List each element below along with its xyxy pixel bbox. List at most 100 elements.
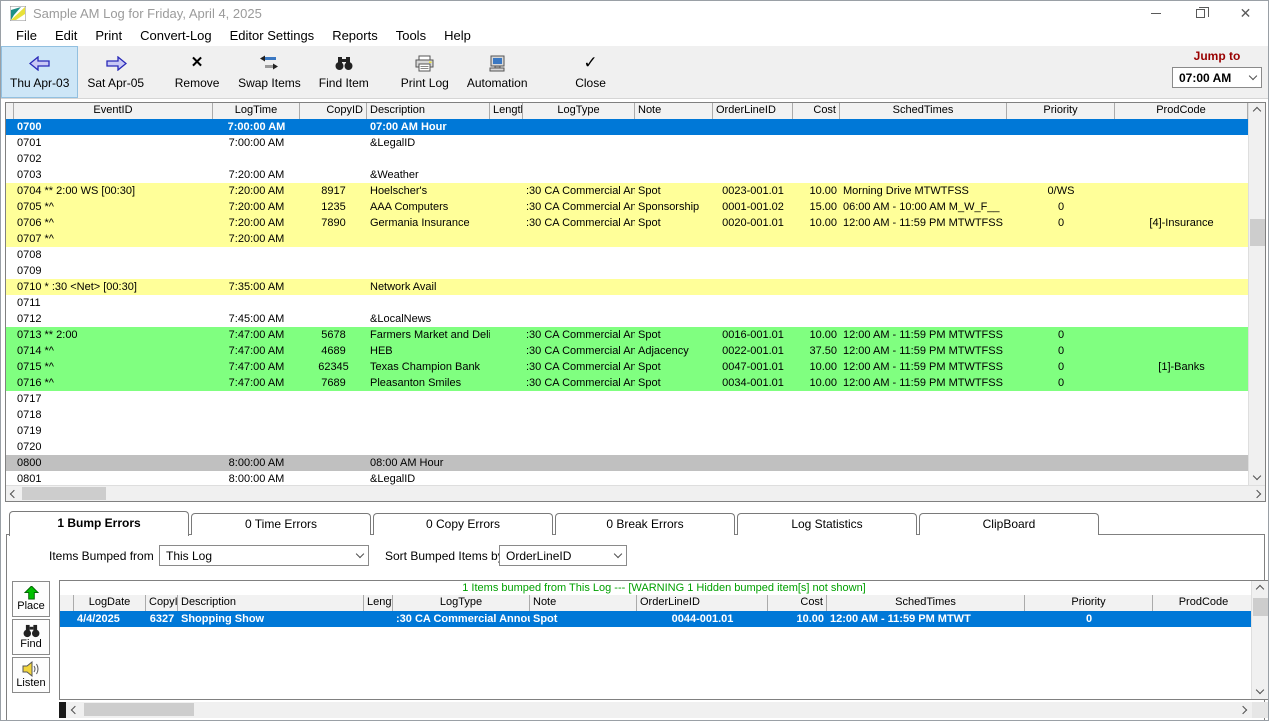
log-row[interactable]: 0720 [6,439,1265,455]
menu-convert-log[interactable]: Convert-Log [131,26,221,46]
log-row[interactable]: 0718 [6,407,1265,423]
scrollbar-corner [1252,702,1269,718]
log-row-cell-pri [1007,407,1115,423]
sort-bumped-items-select[interactable]: OrderLineID [499,545,627,566]
log-row[interactable]: 0711 [6,295,1265,311]
log-row-cell-copy [300,263,367,279]
log-row-cell-desc: 08:00 AM Hour [367,455,490,471]
log-row[interactable]: 0707 *^7:20:00 AM [6,231,1265,247]
remove-button[interactable]: ✕ Remove [165,46,229,98]
tab-break-errors[interactable]: 0 Break Errors [555,513,735,535]
chevron-down-icon [614,550,622,558]
log-row-cell-cost [793,407,840,423]
log-row[interactable]: 07127:45:00 AM&LocalNews [6,311,1265,327]
log-row[interactable]: 08008:00:00 AM08:00 AM Hour [6,455,1265,471]
menu-help[interactable]: Help [435,26,480,46]
log-row-cell-eventid: 0707 *^ [14,231,213,247]
menu-editor-settings[interactable]: Editor Settings [221,26,324,46]
log-row-cell-prod [1115,135,1248,151]
log-row[interactable]: 0705 *^7:20:00 AM1235AAA Computers:30 CA… [6,199,1265,215]
scroll-left-icon[interactable] [67,702,83,717]
scrollbar-thumb[interactable] [22,487,106,500]
find-button[interactable]: Find [12,619,50,655]
log-grid-horizontal-scrollbar[interactable] [6,485,1265,501]
scroll-up-icon[interactable] [1249,103,1265,119]
log-row-cell-pri: 0 [1007,359,1115,375]
log-row[interactable]: 07017:00:00 AM&LegalID [6,135,1265,151]
close-window-button[interactable]: ✕ [1223,1,1268,26]
log-row[interactable]: 0709 [6,263,1265,279]
log-row-cell-time [213,423,300,439]
bump-grid: 1 Items bumped from This Log --- [WARNIN… [59,580,1269,700]
tab-copy-errors[interactable]: 0 Copy Errors [373,513,553,535]
log-row[interactable]: 0715 *^7:47:00 AM62345Texas Champion Ban… [6,359,1265,375]
splitter-grip[interactable] [59,702,66,718]
computer-icon [488,53,506,73]
log-row[interactable]: 0716 *^7:47:00 AM7689Pleasanton Smiles:3… [6,375,1265,391]
row-gutter [6,231,14,247]
log-row[interactable]: 0710 * :30 <Net> [00:30]7:35:00 AMNetwor… [6,279,1265,295]
menu-file[interactable]: File [7,26,46,46]
place-button[interactable]: Place [12,581,50,617]
log-row-cell-time: 7:20:00 AM [213,231,300,247]
log-row-cell-type [523,279,635,295]
scroll-up-icon[interactable] [1252,581,1268,597]
log-row-cell-len [490,311,523,327]
log-row[interactable]: 0717 [6,391,1265,407]
close-button[interactable]: ✓ Close [559,46,623,98]
prev-day-button[interactable]: Thu Apr-03 [1,46,78,98]
print-log-button[interactable]: Print Log [392,46,458,98]
log-row-cell-sched [840,295,1007,311]
log-row-cell-copy [300,279,367,295]
log-row[interactable]: 07007:00:00 AM07:00 AM Hour [6,119,1265,135]
log-row[interactable]: 0714 *^7:47:00 AM4689HEB:30 CA Commercia… [6,343,1265,359]
up-arrow-icon [24,586,39,600]
scrollbar-thumb[interactable] [84,703,194,716]
log-row-cell-note: Sponsorship [635,199,713,215]
log-row[interactable]: 0706 *^7:20:00 AM7890Germania Insurance:… [6,215,1265,231]
scroll-left-icon[interactable] [6,486,22,501]
swap-items-button[interactable]: Swap Items [229,46,310,98]
automation-button[interactable]: Automation [458,46,537,98]
scrollbar-thumb[interactable] [1250,219,1265,246]
log-row-cell-time: 7:00:00 AM [213,119,300,135]
tab-time-errors[interactable]: 0 Time Errors [191,513,371,535]
scroll-right-icon[interactable] [1235,702,1251,717]
log-row[interactable]: 0704 ** 2:00 WS [00:30]7:20:00 AM8917Hoe… [6,183,1265,199]
find-item-button[interactable]: Find Item [310,46,378,98]
log-row-cell-desc: &Weather [367,167,490,183]
menu-edit[interactable]: Edit [46,26,86,46]
log-row[interactable]: 07037:20:00 AM&Weather [6,167,1265,183]
bump-row[interactable]: 4/4/20256327Shopping Show:30 CA Commerci… [60,611,1268,627]
log-row[interactable]: 0702 [6,151,1265,167]
log-row[interactable]: 0713 ** 2:007:47:00 AM5678Farmers Market… [6,327,1265,343]
tab-log-statistics[interactable]: Log Statistics [737,513,917,535]
tab-bump-errors[interactable]: 1 Bump Errors [9,511,189,536]
log-row-cell-note [635,455,713,471]
menu-print[interactable]: Print [86,26,131,46]
log-row-cell-type [523,151,635,167]
log-grid-vertical-scrollbar[interactable] [1248,103,1265,485]
log-row-cell-prod [1115,247,1248,263]
bump-grid-vertical-scrollbar[interactable] [1251,581,1268,699]
log-row-cell-eventid: 0720 [14,439,213,455]
items-bumped-from-select[interactable]: This Log [159,545,369,566]
log-row-cell-note [635,423,713,439]
next-day-button[interactable]: Sat Apr-05 [78,46,153,98]
bump-grid-horizontal-scrollbar[interactable] [59,702,1269,718]
jump-to-select[interactable]: 07:00 AM [1172,67,1262,88]
restore-button[interactable] [1178,1,1223,26]
minimize-button[interactable] [1133,1,1178,26]
scroll-down-icon[interactable] [1249,469,1265,485]
scroll-right-icon[interactable] [1249,486,1265,501]
listen-button[interactable]: Listen [12,657,50,693]
log-row-cell-len [490,231,523,247]
scrollbar-thumb[interactable] [1253,598,1268,616]
menu-tools[interactable]: Tools [387,26,435,46]
log-row[interactable]: 0708 [6,247,1265,263]
scroll-down-icon[interactable] [1252,683,1268,699]
menu-reports[interactable]: Reports [323,26,387,46]
log-row[interactable]: 0719 [6,423,1265,439]
tab-clipboard[interactable]: ClipBoard [919,513,1099,535]
log-row-cell-pri: 0 [1007,375,1115,391]
